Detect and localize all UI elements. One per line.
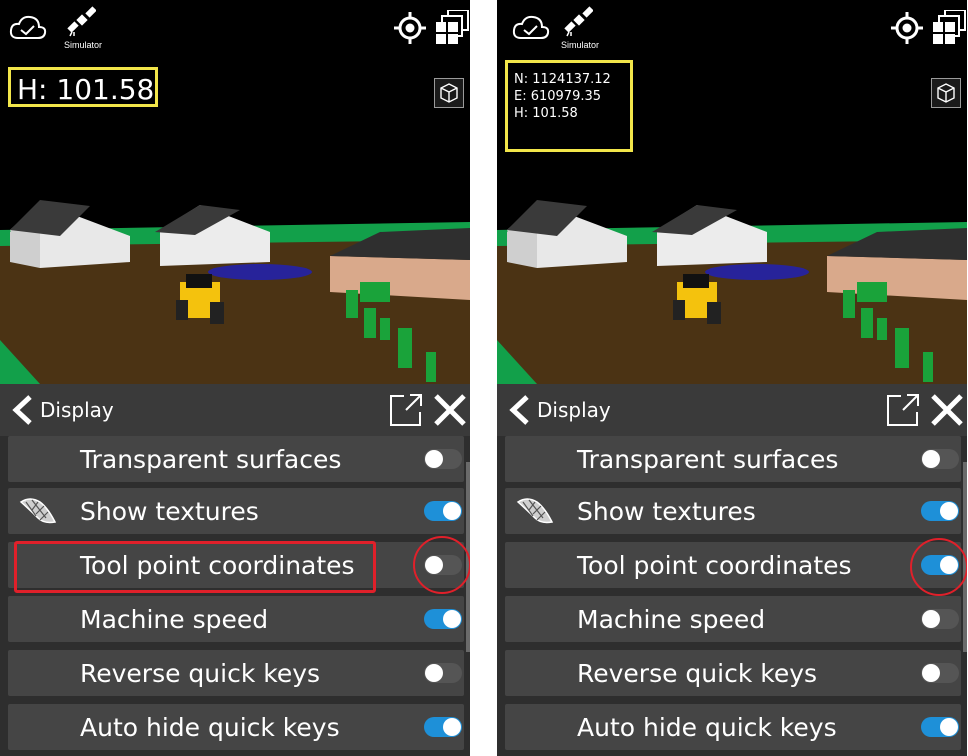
close-icon[interactable]: [929, 392, 965, 428]
transparent-surfaces-toggle[interactable]: [424, 449, 462, 469]
back-chevron-icon[interactable]: [505, 394, 535, 426]
setting-row-auto-hide-quick-keys[interactable]: Auto hide quick keys: [8, 704, 464, 750]
display-settings-list: Transparent surfaces Show textures Tool …: [0, 436, 470, 756]
setting-row-show-textures[interactable]: Show textures: [505, 488, 961, 534]
setting-label: Show textures: [80, 497, 259, 526]
scene-viewport[interactable]: [0, 0, 470, 384]
layers-icon[interactable]: [931, 10, 967, 46]
view-cube-button[interactable]: [931, 78, 961, 108]
popout-icon[interactable]: [388, 392, 424, 428]
cube-icon: [440, 83, 458, 103]
tool-point-coordinates-display: N: 1124137.12 E: 610979.35 H: 101.58: [505, 60, 633, 152]
setting-label: Reverse quick keys: [577, 659, 818, 688]
setting-row-transparent-surfaces[interactable]: Transparent surfaces: [8, 436, 464, 482]
annotation-highlight-circle: [910, 538, 967, 596]
locate-target-icon[interactable]: [392, 10, 428, 46]
annotation-highlight-box: [14, 541, 376, 593]
display-header: Display: [0, 384, 470, 436]
setting-row-machine-speed[interactable]: Machine speed: [505, 596, 961, 642]
hud-line-northing: N: 1124137.12: [514, 72, 611, 87]
reverse-quick-keys-toggle[interactable]: [921, 663, 959, 683]
machine-speed-toggle[interactable]: [424, 609, 462, 629]
panel-after: Simulator N: 1124137.12 E: 610979.35 H: …: [497, 0, 967, 756]
scene-viewport[interactable]: [497, 0, 967, 384]
view-cube-button[interactable]: [434, 78, 464, 108]
panel-title: Display: [40, 398, 114, 422]
cloud-check-icon[interactable]: [511, 12, 551, 42]
machine-speed-toggle[interactable]: [921, 609, 959, 629]
setting-label: Auto hide quick keys: [577, 713, 837, 742]
hud-line-height: H: 101.58: [514, 106, 578, 121]
auto-hide-quick-keys-toggle[interactable]: [424, 717, 462, 737]
setting-label: Tool point coordinates: [577, 551, 852, 580]
setting-row-machine-speed[interactable]: Machine speed: [8, 596, 464, 642]
setting-label: Transparent surfaces: [577, 445, 839, 474]
auto-hide-quick-keys-toggle[interactable]: [921, 717, 959, 737]
transparent-surfaces-toggle[interactable]: [921, 449, 959, 469]
setting-label: Machine speed: [577, 605, 766, 634]
setting-label: Reverse quick keys: [80, 659, 321, 688]
setting-row-auto-hide-quick-keys[interactable]: Auto hide quick keys: [505, 704, 961, 750]
panel-before: Simulator H: 101.58 Display Transparent …: [0, 0, 470, 756]
setting-label: Auto hide quick keys: [80, 713, 340, 742]
setting-label: Show textures: [577, 497, 756, 526]
panel-title: Display: [537, 398, 611, 422]
reverse-quick-keys-toggle[interactable]: [424, 663, 462, 683]
setting-row-transparent-surfaces[interactable]: Transparent surfaces: [505, 436, 961, 482]
cube-icon: [937, 83, 955, 103]
display-settings-list: Transparent surfaces Show textures Tool …: [497, 436, 967, 756]
show-textures-toggle[interactable]: [921, 501, 959, 521]
simulator-label: Simulator: [561, 40, 600, 50]
texture-mesh-icon: [19, 498, 57, 524]
show-textures-toggle[interactable]: [424, 501, 462, 521]
close-icon[interactable]: [432, 392, 468, 428]
texture-mesh-icon: [516, 498, 554, 524]
satellite-icon[interactable]: [66, 6, 96, 38]
simulator-label: Simulator: [64, 40, 103, 50]
satellite-icon[interactable]: [563, 6, 593, 38]
setting-row-tool-point-coordinates[interactable]: Tool point coordinates: [505, 542, 961, 588]
setting-row-reverse-quick-keys[interactable]: Reverse quick keys: [505, 650, 961, 696]
cloud-check-icon[interactable]: [8, 12, 48, 42]
setting-label: Transparent surfaces: [80, 445, 342, 474]
popout-icon[interactable]: [885, 392, 921, 428]
annotation-highlight-circle: [413, 536, 470, 594]
display-header: Display: [497, 384, 967, 436]
hud-line-easting: E: 610979.35: [514, 89, 602, 104]
layers-icon[interactable]: [434, 10, 470, 46]
setting-row-reverse-quick-keys[interactable]: Reverse quick keys: [8, 650, 464, 696]
back-chevron-icon[interactable]: [8, 394, 38, 426]
setting-row-show-textures[interactable]: Show textures: [8, 488, 464, 534]
hud-line: H: 101.58: [17, 73, 155, 106]
setting-label: Machine speed: [80, 605, 269, 634]
tool-point-coordinates-display: H: 101.58: [8, 67, 158, 107]
locate-target-icon[interactable]: [889, 10, 925, 46]
